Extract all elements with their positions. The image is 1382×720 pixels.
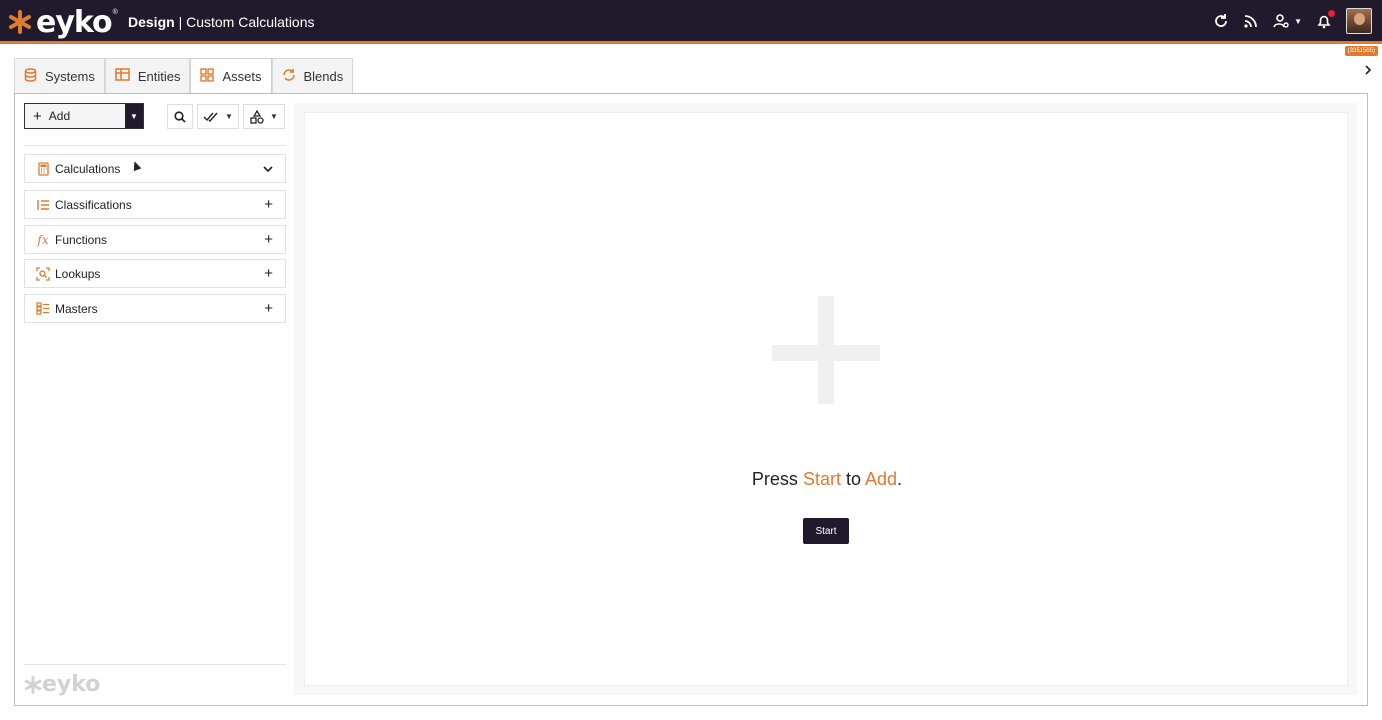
accordion-masters[interactable]: Masters + bbox=[24, 294, 286, 323]
list-icon bbox=[35, 199, 51, 211]
prompt-period: . bbox=[897, 469, 903, 489]
accordion-lookups[interactable]: Lookups + bbox=[24, 259, 286, 288]
prompt-text: to bbox=[845, 469, 861, 489]
divider bbox=[24, 145, 286, 146]
sync-icon bbox=[282, 68, 296, 85]
refresh-icon[interactable] bbox=[1213, 13, 1229, 29]
tab-blends[interactable]: Blends bbox=[271, 58, 354, 93]
sidebar-toolbar: + Add ▼ ▼ ▼ bbox=[24, 103, 286, 131]
version-badge: (3351505) bbox=[1344, 46, 1378, 56]
masters-icon bbox=[35, 302, 51, 315]
prompt-add: Add bbox=[865, 469, 898, 489]
plus-icon[interactable]: + bbox=[264, 196, 273, 213]
tab-label: Systems bbox=[45, 68, 95, 84]
content-area: Press Start to Add. Start bbox=[294, 103, 1357, 695]
lookup-icon bbox=[35, 266, 51, 281]
double-check-icon bbox=[203, 112, 218, 122]
section-name: Design bbox=[128, 14, 175, 30]
rss-icon[interactable] bbox=[1243, 13, 1259, 29]
divider bbox=[24, 664, 286, 665]
bell-icon[interactable] bbox=[1316, 10, 1335, 29]
avatar[interactable] bbox=[1346, 8, 1372, 34]
empty-state-message: Press Start to Add. bbox=[305, 469, 1349, 490]
plus-icon[interactable]: + bbox=[264, 231, 273, 248]
accordion-classifications[interactable]: Classifications + bbox=[24, 190, 286, 219]
main-tabs: Systems Entities Assets Blends bbox=[14, 58, 354, 94]
chevron-down-icon: ▼ bbox=[270, 112, 278, 121]
accordion-label: Lookups bbox=[55, 266, 101, 281]
search-button[interactable] bbox=[167, 104, 193, 129]
prompt-text: Press bbox=[751, 469, 798, 489]
chevron-down-icon: ▼ bbox=[1294, 16, 1302, 26]
accordion-functions[interactable]: fx Functions + bbox=[24, 225, 286, 254]
top-bar: eyko ® Design | Custom Calculations ▼ bbox=[0, 0, 1382, 44]
add-label: Add bbox=[48, 109, 71, 123]
tab-assets[interactable]: Assets bbox=[190, 58, 272, 94]
add-dropdown-caret[interactable]: ▼ bbox=[125, 104, 143, 128]
shapes-button[interactable]: ▼ bbox=[243, 104, 285, 129]
tab-label: Entities bbox=[137, 68, 181, 84]
large-plus-icon-vertical bbox=[818, 296, 834, 404]
eyko-star-icon bbox=[24, 675, 42, 694]
eyko-star-icon bbox=[9, 10, 31, 34]
tab-systems[interactable]: Systems bbox=[14, 58, 105, 93]
validate-button[interactable]: ▼ bbox=[197, 104, 239, 129]
chevron-down-icon: ▼ bbox=[225, 112, 233, 121]
main-panel: + Add ▼ ▼ ▼ Calculations Classifications… bbox=[14, 93, 1368, 706]
calculator-icon bbox=[35, 161, 51, 176]
table-icon bbox=[115, 68, 130, 84]
accordion-label: Calculations bbox=[55, 161, 121, 176]
brand-registered-mark: ® bbox=[112, 8, 118, 16]
search-icon bbox=[174, 110, 186, 123]
tab-entities[interactable]: Entities bbox=[104, 58, 191, 93]
brand-logo[interactable]: eyko ® bbox=[8, 4, 118, 40]
add-button[interactable]: + Add ▼ bbox=[24, 103, 144, 129]
page-title: Design | Custom Calculations bbox=[128, 14, 315, 30]
chevron-down-icon[interactable] bbox=[263, 160, 273, 177]
top-actions: ▼ bbox=[1213, 8, 1372, 34]
empty-canvas: Press Start to Add. Start bbox=[304, 112, 1348, 686]
plus-icon[interactable]: + bbox=[264, 300, 273, 317]
tab-label: Assets bbox=[222, 69, 262, 84]
accordion-label: Functions bbox=[55, 232, 108, 247]
chevron-right-icon[interactable] bbox=[1364, 64, 1372, 78]
title-separator: | bbox=[178, 14, 183, 30]
accordion-label: Masters bbox=[55, 301, 98, 316]
footer-logo: eyko bbox=[24, 672, 100, 697]
database-icon bbox=[24, 67, 37, 85]
start-button[interactable]: Start bbox=[803, 518, 849, 544]
plus-icon[interactable]: + bbox=[264, 265, 273, 282]
notification-dot bbox=[1328, 10, 1335, 17]
footer-logo-text: eyko bbox=[42, 672, 101, 697]
prompt-start: Start bbox=[802, 469, 841, 489]
brand-name: eyko bbox=[36, 4, 113, 40]
assets-sidebar: + Add ▼ ▼ ▼ Calculations Classifications… bbox=[24, 103, 286, 697]
fx-icon: fx bbox=[37, 232, 49, 247]
tab-label: Blends bbox=[303, 68, 344, 84]
accordion-calculations[interactable]: Calculations bbox=[24, 154, 286, 183]
grid-icon bbox=[200, 68, 215, 85]
user-settings-icon[interactable]: ▼ bbox=[1273, 13, 1302, 29]
plus-icon: + bbox=[33, 107, 42, 125]
accordion-label: Classifications bbox=[55, 197, 132, 212]
shapes-icon bbox=[250, 109, 264, 124]
page-name: Custom Calculations bbox=[186, 14, 315, 30]
